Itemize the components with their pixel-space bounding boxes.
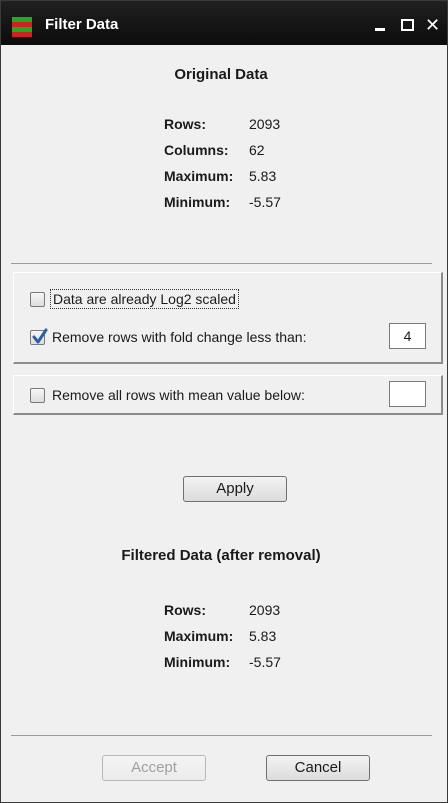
- original-columns-value: 62: [249, 142, 265, 158]
- title-bar[interactable]: Filter Data ✕: [1, 1, 447, 45]
- log2-scaled-checkbox[interactable]: [30, 291, 45, 307]
- window-title: Filter Data: [45, 16, 119, 33]
- mean-value-label: Remove all rows with mean value below:: [52, 387, 305, 403]
- separator: [11, 263, 432, 264]
- original-minimum-value: -5.57: [249, 194, 281, 210]
- mean-value-option[interactable]: Remove all rows with mean value below:: [30, 387, 305, 403]
- cancel-button[interactable]: Cancel: [266, 755, 370, 781]
- fold-change-checkbox[interactable]: [30, 328, 48, 345]
- dialog-content: Original Data Rows: 2093 Columns: 62 Max…: [11, 45, 447, 802]
- filtered-minimum-label: Minimum:: [164, 654, 231, 670]
- fold-change-input[interactable]: 4: [389, 323, 426, 349]
- fold-change-label: Remove rows with fold change less than:: [52, 329, 307, 345]
- filtered-maximum-value: 5.83: [249, 628, 277, 644]
- original-data-heading: Original Data: [174, 66, 268, 83]
- minimize-icon[interactable]: [371, 13, 391, 33]
- accept-button[interactable]: Accept: [102, 755, 206, 781]
- log2-scaled-label: Data are already Log2 scaled: [50, 289, 239, 309]
- heatmap-app-icon: [12, 17, 32, 37]
- filtered-rows-label: Rows:: [164, 602, 206, 618]
- original-minimum-label: Minimum:: [164, 194, 231, 210]
- log2-scaled-option[interactable]: Data are already Log2 scaled: [30, 289, 239, 309]
- original-maximum-label: Maximum:: [164, 168, 234, 184]
- mean-filter-panel: Remove all rows with mean value below:: [13, 375, 443, 415]
- original-rows-value: 2093: [249, 116, 281, 132]
- filter-data-dialog: Filter Data ✕ Original Data Rows: 2093 C…: [0, 0, 448, 803]
- fold-change-option[interactable]: Remove rows with fold change less than:: [30, 328, 307, 345]
- maximize-icon[interactable]: [399, 13, 419, 33]
- mean-value-input[interactable]: [389, 381, 426, 407]
- apply-button[interactable]: Apply: [183, 476, 287, 502]
- filtered-data-heading: Filtered Data (after removal): [121, 547, 321, 564]
- original-columns-label: Columns:: [164, 142, 229, 158]
- original-rows-label: Rows:: [164, 116, 206, 132]
- checkmark-icon: [32, 328, 48, 343]
- close-icon[interactable]: ✕: [425, 16, 445, 36]
- filtered-minimum-value: -5.57: [249, 654, 281, 670]
- footer-separator: [11, 735, 432, 736]
- filtered-rows-value: 2093: [249, 602, 281, 618]
- mean-value-checkbox[interactable]: [30, 387, 45, 403]
- original-maximum-value: 5.83: [249, 168, 277, 184]
- scaling-options-panel: Data are already Log2 scaled Remove rows…: [13, 272, 443, 364]
- filtered-maximum-label: Maximum:: [164, 628, 234, 644]
